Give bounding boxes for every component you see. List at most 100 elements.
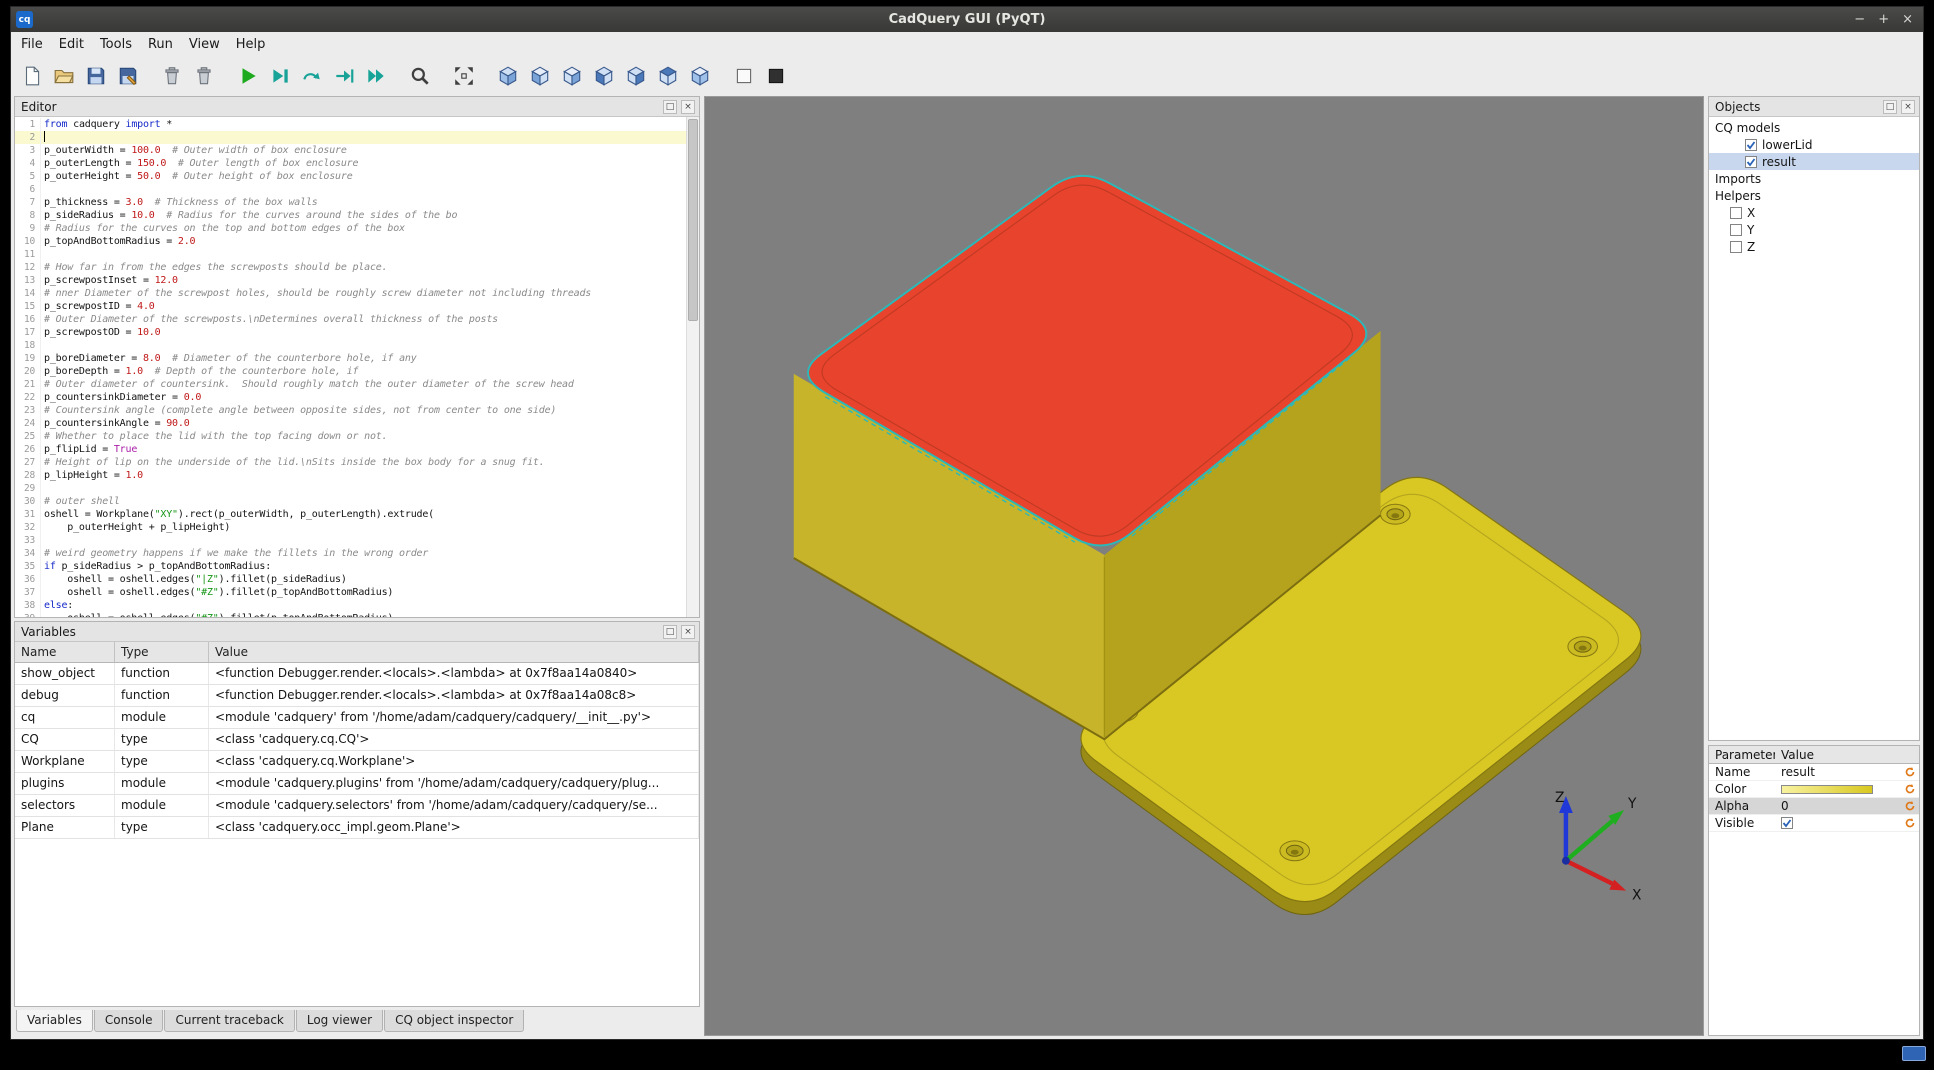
- float-panel-icon[interactable]: □: [663, 100, 677, 114]
- code-line[interactable]: 12# How far in from the edges the screwp…: [15, 261, 686, 274]
- cube-top-button[interactable]: [653, 61, 683, 91]
- visible-checkbox[interactable]: [1781, 817, 1793, 829]
- code-line[interactable]: 9# Radius for the curves on the top and …: [15, 222, 686, 235]
- fit-view-button[interactable]: [449, 61, 479, 91]
- code-line[interactable]: 31oshell = Workplane("XY").rect(p_outerW…: [15, 508, 686, 521]
- code-line[interactable]: 3p_outerWidth = 100.0 # Outer width of b…: [15, 144, 686, 157]
- cube-back-button[interactable]: [557, 61, 587, 91]
- reset-icon[interactable]: [1901, 783, 1919, 795]
- tree-item-cq-models[interactable]: CQ models: [1709, 119, 1919, 136]
- open-file-button[interactable]: [49, 61, 79, 91]
- step-into-button[interactable]: [329, 61, 359, 91]
- menu-file[interactable]: File: [13, 34, 51, 55]
- table-row[interactable]: Planetype<class 'cadquery.occ_impl.geom.…: [15, 817, 699, 839]
- tab-current-traceback[interactable]: Current traceback: [164, 1010, 294, 1032]
- close-panel-icon[interactable]: ×: [1901, 100, 1915, 114]
- code-line[interactable]: 19p_boreDiameter = 8.0 # Diameter of the…: [15, 352, 686, 365]
- code-line[interactable]: 5p_outerHeight = 50.0 # Outer height of …: [15, 170, 686, 183]
- code-line[interactable]: 28p_lipHeight = 1.0: [15, 469, 686, 482]
- save-button[interactable]: [81, 61, 111, 91]
- menu-tools[interactable]: Tools: [92, 34, 140, 55]
- editor-scrollbar[interactable]: [686, 117, 699, 617]
- code-line[interactable]: 34# weird geometry happens if we make th…: [15, 547, 686, 560]
- scrollbar-thumb[interactable]: [688, 119, 698, 321]
- minimize-button[interactable]: −: [1854, 13, 1865, 26]
- menu-edit[interactable]: Edit: [51, 34, 92, 55]
- code-line[interactable]: 7p_thickness = 3.0 # Thickness of the bo…: [15, 196, 686, 209]
- column-header[interactable]: Value: [209, 642, 699, 662]
- param-row-color[interactable]: Color: [1709, 781, 1919, 798]
- tree-item-x[interactable]: X: [1709, 204, 1919, 221]
- cube-front-button[interactable]: [525, 61, 555, 91]
- code-line[interactable]: 32 p_outerHeight + p_lipHeight): [15, 521, 686, 534]
- code-line[interactable]: 26p_flipLid = True: [15, 443, 686, 456]
- code-line[interactable]: 37 oshell = oshell.edges("#Z").fillet(p_…: [15, 586, 686, 599]
- table-row[interactable]: CQtype<class 'cadquery.cq.CQ'>: [15, 729, 699, 751]
- close-panel-icon[interactable]: ×: [681, 625, 695, 639]
- checkbox[interactable]: [1730, 241, 1742, 253]
- cube-bottom-button[interactable]: [685, 61, 715, 91]
- maximize-button[interactable]: +: [1878, 13, 1889, 26]
- checkbox[interactable]: [1745, 156, 1757, 168]
- float-panel-icon[interactable]: □: [1883, 100, 1897, 114]
- code-line[interactable]: 1from cadquery import *: [15, 118, 686, 131]
- column-header[interactable]: Name: [15, 642, 115, 662]
- tree-item-y[interactable]: Y: [1709, 221, 1919, 238]
- trash-button[interactable]: [189, 61, 219, 91]
- tree-item-result[interactable]: result: [1709, 153, 1919, 170]
- column-header[interactable]: Type: [115, 642, 209, 662]
- float-panel-icon[interactable]: □: [663, 625, 677, 639]
- code-line[interactable]: 39 oshell = oshell.edges("#Z").fillet(p_…: [15, 612, 686, 617]
- checkbox[interactable]: [1730, 224, 1742, 236]
- tab-cq-object-inspector[interactable]: CQ object inspector: [384, 1010, 524, 1032]
- menu-run[interactable]: Run: [140, 34, 181, 55]
- code-line[interactable]: 21# Outer diameter of countersink. Shoul…: [15, 378, 686, 391]
- code-line[interactable]: 4p_outerLength = 150.0 # Outer length of…: [15, 157, 686, 170]
- code-line[interactable]: 20p_boreDepth = 1.0 # Depth of the count…: [15, 365, 686, 378]
- close-button[interactable]: ×: [1902, 13, 1913, 26]
- table-row[interactable]: Workplanetype<class 'cadquery.cq.Workpla…: [15, 751, 699, 773]
- run-button[interactable]: [233, 61, 263, 91]
- menu-view[interactable]: View: [181, 34, 228, 55]
- delete-button[interactable]: [157, 61, 187, 91]
- reset-icon[interactable]: [1901, 817, 1919, 829]
- checkbox[interactable]: [1745, 139, 1757, 151]
- column-header[interactable]: Parameter: [1709, 748, 1775, 762]
- table-row[interactable]: show_objectfunction<function Debugger.re…: [15, 663, 699, 685]
- code-line[interactable]: 38else:: [15, 599, 686, 612]
- tab-log-viewer[interactable]: Log viewer: [296, 1010, 383, 1032]
- code-line[interactable]: 25# Whether to place the lid with the to…: [15, 430, 686, 443]
- tab-variables[interactable]: Variables: [16, 1010, 93, 1032]
- code-editor[interactable]: 1from cadquery import *23p_outerWidth = …: [15, 117, 699, 617]
- column-header[interactable]: Value: [1775, 748, 1919, 762]
- viewport-3d[interactable]: Z Y X: [704, 96, 1704, 1036]
- code-line[interactable]: 36 oshell = oshell.edges("|Z").fillet(p_…: [15, 573, 686, 586]
- zoom-button[interactable]: [405, 61, 435, 91]
- cube-iso-button[interactable]: [493, 61, 523, 91]
- new-file-button[interactable]: [17, 61, 47, 91]
- code-line[interactable]: 16# Outer Diameter of the screwposts.\nD…: [15, 313, 686, 326]
- tree-item-helpers[interactable]: Helpers: [1709, 187, 1919, 204]
- code-line[interactable]: 18: [15, 339, 686, 352]
- reset-icon[interactable]: [1901, 800, 1919, 812]
- viewport-canvas[interactable]: Z Y X: [705, 97, 1703, 1035]
- tree-item-lowerlid[interactable]: lowerLid: [1709, 136, 1919, 153]
- code-line[interactable]: 30# outer shell: [15, 495, 686, 508]
- wireframe-button[interactable]: [729, 61, 759, 91]
- code-line[interactable]: 27# Height of lip on the underside of th…: [15, 456, 686, 469]
- code-line[interactable]: 22p_countersinkDiameter = 0.0: [15, 391, 686, 404]
- titlebar[interactable]: cq CadQuery GUI (PyQT) − + ×: [11, 7, 1923, 32]
- table-row[interactable]: debugfunction<function Debugger.render.<…: [15, 685, 699, 707]
- code-line[interactable]: 17p_screwpostOD = 10.0: [15, 326, 686, 339]
- code-line[interactable]: 29: [15, 482, 686, 495]
- tab-console[interactable]: Console: [94, 1010, 164, 1032]
- table-row[interactable]: cqmodule<module 'cadquery' from '/home/a…: [15, 707, 699, 729]
- code-line[interactable]: 23# Countersink angle (complete angle be…: [15, 404, 686, 417]
- debug-button[interactable]: [265, 61, 295, 91]
- code-line[interactable]: 6: [15, 183, 686, 196]
- code-line[interactable]: 2: [15, 131, 686, 144]
- param-row-name[interactable]: Nameresult: [1709, 764, 1919, 781]
- step-over-button[interactable]: [297, 61, 327, 91]
- param-row-visible[interactable]: Visible: [1709, 815, 1919, 832]
- fast-forward-button[interactable]: [361, 61, 391, 91]
